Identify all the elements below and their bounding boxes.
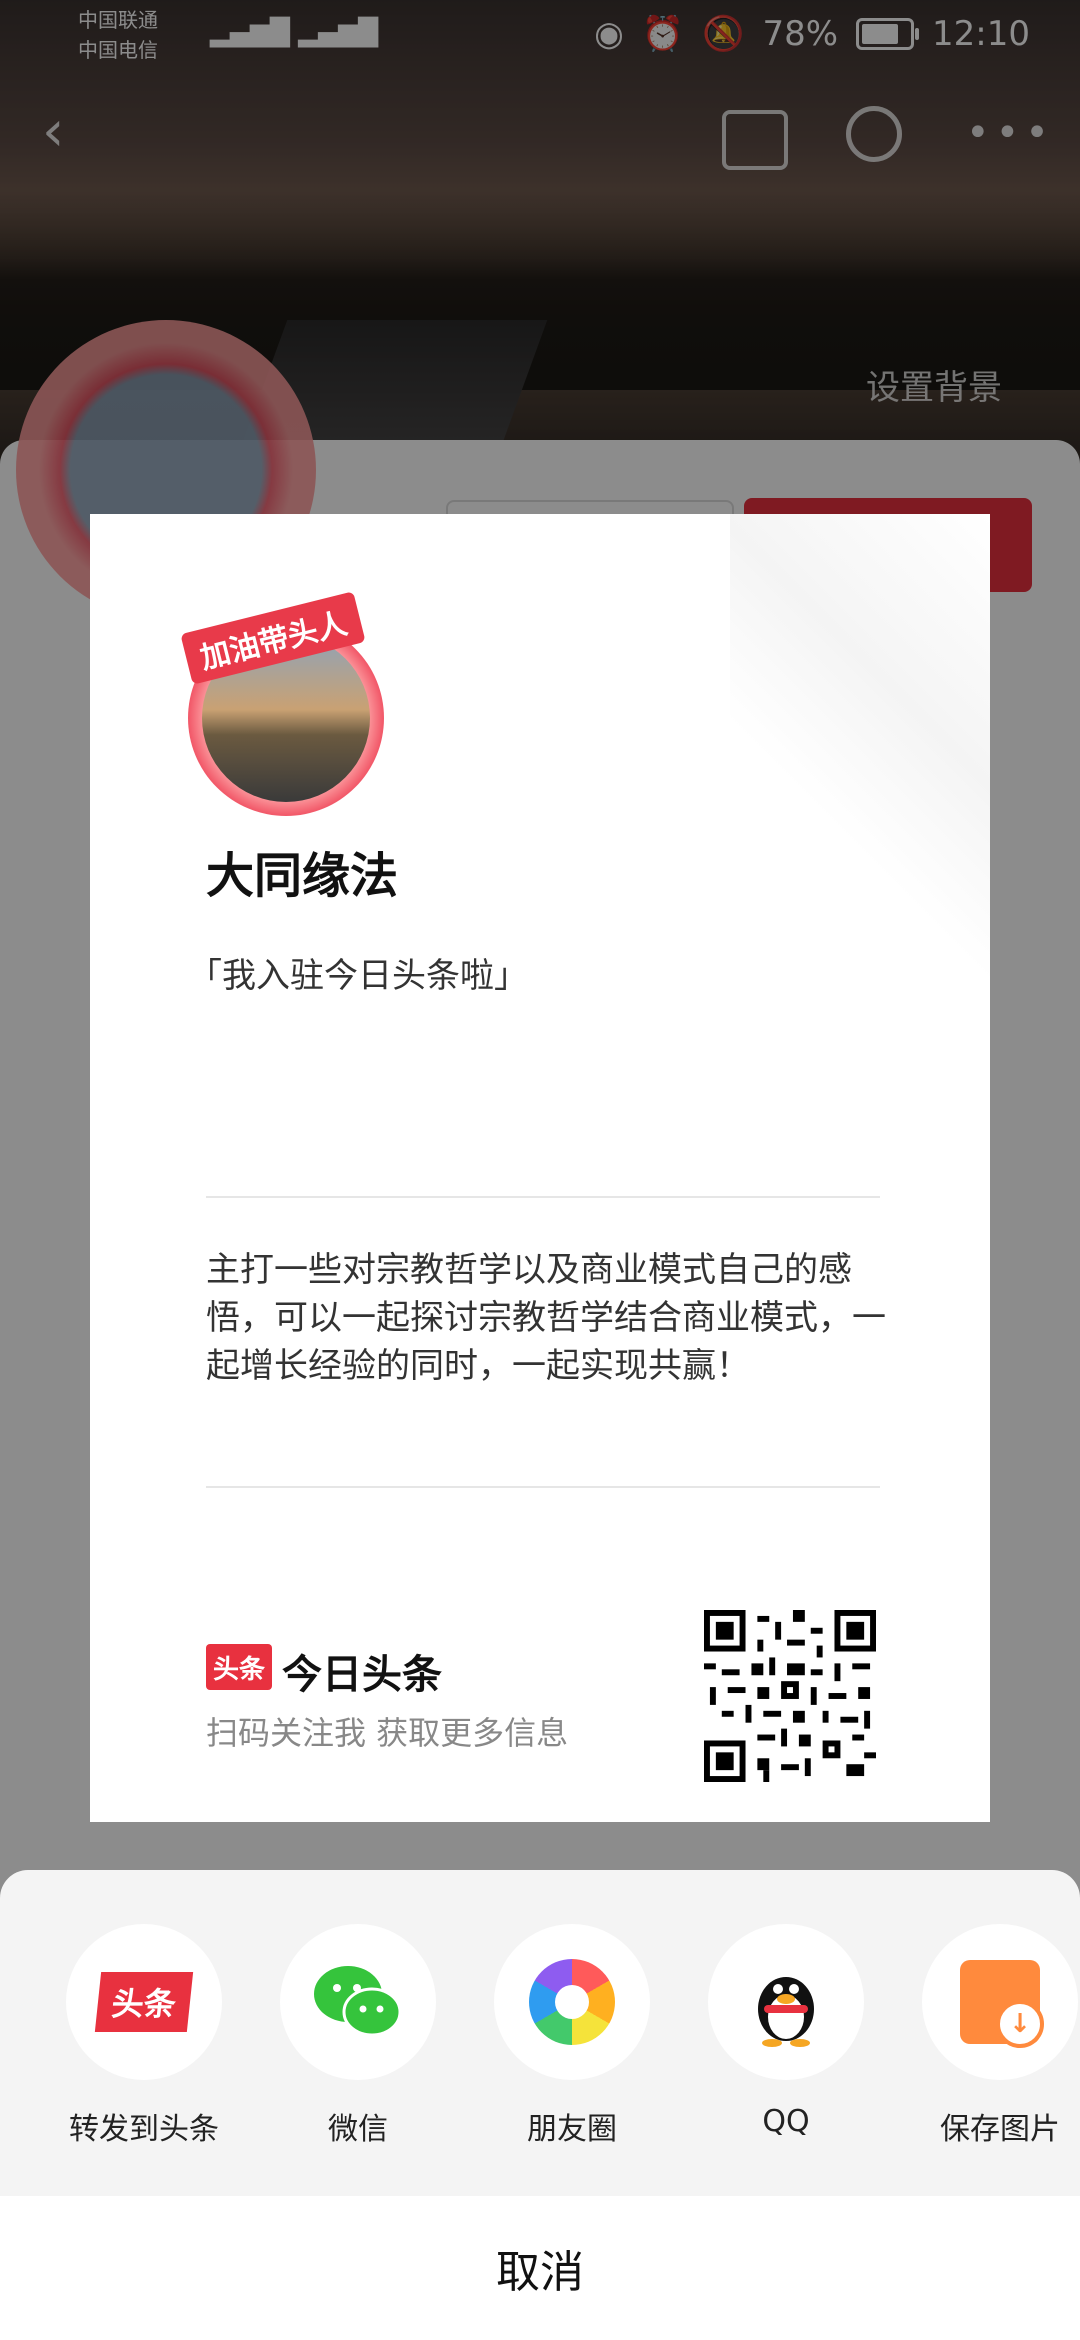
share-wechat-circle [280,1924,436,2080]
wechat-icon [314,1966,402,2037]
user-bio: 主打一些对宗教哲学以及商业模式自己的感悟，可以一起探讨宗教哲学结合商业模式，一起… [206,1250,886,1386]
toutiao-icon: 头条 [94,1972,194,2032]
scan-prompt: 扫码关注我 获取更多信息 [206,1714,569,1752]
share-qq-circle [708,1924,864,2080]
card-slogan: 「我入驻今日头条啦」 [188,956,528,996]
qq-icon [758,1977,814,2047]
share-toutiao-circle: 头条 [66,1924,222,2080]
toutiao-logo-icon: 头条 [206,1644,272,1690]
brand-name: 今日头条 [282,1652,442,1698]
moments-icon [529,1959,615,2045]
share-item-label: 转发到头条 [69,2112,219,2147]
save-image-button[interactable]: ↓ 保存图片 [920,1924,1080,2148]
share-item-label: 朋友圈 [527,2112,617,2147]
share-moments-button[interactable]: 朋友圈 [492,1924,652,2148]
user-name: 大同缘法 [206,848,399,904]
share-item-label: QQ [762,2104,810,2139]
share-wechat-button[interactable]: 微信 [278,1924,438,2148]
share-item-label: 微信 [328,2112,388,2147]
card-avatar: 加油带头人 [180,591,388,816]
save-image-circle: ↓ [922,1924,1078,2080]
share-qq-button[interactable]: QQ [706,1924,866,2139]
divider-bottom [206,1486,880,1488]
share-item-label: 保存图片 [940,2112,1060,2147]
share-moments-circle [494,1924,650,2080]
divider-top [206,1196,880,1198]
qr-code [704,1610,876,1782]
save-image-icon: ↓ [960,1960,1044,2048]
card-fold-decoration [730,514,990,1034]
cancel-button[interactable]: 取消 [0,2196,1080,2340]
share-toutiao-button[interactable]: 头条 转发到头条 [64,1924,224,2148]
share-card: 加油带头人 大同缘法 「我入驻今日头条啦」 主打一些对宗教哲学以及商业模式自己的… [90,514,990,1822]
